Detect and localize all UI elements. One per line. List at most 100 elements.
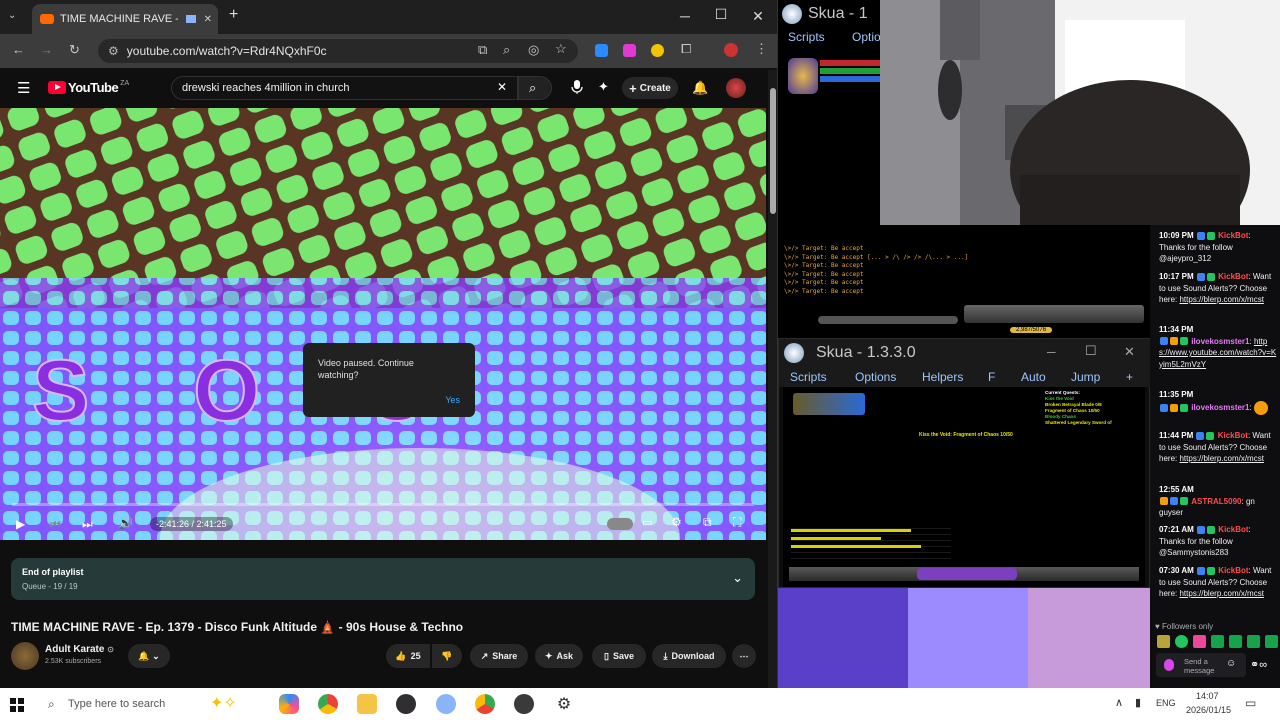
extension-yellow-icon[interactable]	[651, 44, 664, 57]
scrollbar-thumb[interactable]	[770, 88, 776, 214]
account-avatar[interactable]	[726, 78, 746, 98]
notification-center-icon[interactable]: ▭	[1245, 696, 1256, 710]
extensions-puzzle-icon[interactable]: ⧠	[681, 41, 691, 57]
file-explorer-icon[interactable]	[357, 694, 377, 714]
maximize-button[interactable]: ☐	[703, 6, 739, 23]
battery-icon[interactable]: ▮	[1135, 696, 1141, 709]
close-window-button[interactable]: ✕	[740, 8, 776, 25]
clock-time[interactable]: 14:07	[1196, 691, 1219, 701]
miniplayer-icon[interactable]: ⧉	[703, 515, 712, 530]
tab-favicon-icon	[40, 14, 54, 24]
notify-bell-button[interactable]: 🔔 ⌄	[128, 644, 170, 668]
skua-top-menu-scripts[interactable]: Scripts	[788, 30, 825, 44]
playlist-panel[interactable]: End of playlist Queue - 19 / 19 ⌄	[11, 558, 755, 600]
skua-menu-auto[interactable]: Auto	[1021, 370, 1046, 384]
skua-maximize-button[interactable]: ☐	[1085, 343, 1097, 359]
extension-pink-icon[interactable]	[623, 44, 636, 57]
chat-settings-icon[interactable]: ⚭∞	[1250, 658, 1267, 671]
notifications-bell-icon[interactable]: 🔔	[692, 80, 708, 96]
progress-bar[interactable]	[12, 503, 754, 506]
tab-search-button[interactable]: ⌄	[8, 10, 16, 21]
install-app-icon[interactable]: ⧉	[478, 42, 487, 58]
reload-icon[interactable]: ↻	[69, 42, 80, 58]
show-hidden-icons[interactable]: ∧	[1115, 696, 1123, 709]
youtube-search-input[interactable]: drewski reaches 4million in church	[171, 76, 518, 100]
minimize-button[interactable]: ─	[667, 8, 703, 24]
ask-button[interactable]: ✦ Ask	[535, 644, 583, 668]
forward-icon[interactable]: →	[40, 42, 53, 57]
youtube-logo[interactable]: YouTube ZA	[48, 80, 129, 95]
autoplay-toggle[interactable]	[607, 518, 633, 530]
channel-name[interactable]: Adult Karate ⊙	[45, 644, 114, 655]
bookmark-star-icon[interactable]: ☆	[555, 41, 567, 57]
tab-close-icon[interactable]: ✕	[204, 14, 212, 25]
chat-input[interactable]: Send a message ☺	[1156, 653, 1246, 677]
skua-top-menu-options[interactable]: Optio	[852, 30, 881, 44]
settings-gear-icon[interactable]: ⚙	[671, 515, 682, 529]
sparkle-icon: ✦✧	[210, 695, 237, 712]
clear-search-icon[interactable]: ✕	[497, 80, 507, 94]
clock-date[interactable]: 2026/01/15	[1186, 705, 1231, 715]
like-button[interactable]: 👍 25	[386, 644, 430, 668]
playlist-queue: Queue - 19 / 19	[22, 582, 78, 591]
skua-minimize-button[interactable]: ─	[1047, 345, 1056, 359]
site-info-icon[interactable]: ⚙	[108, 44, 119, 58]
skua-menu-jump[interactable]: Jump	[1071, 370, 1100, 384]
back-icon[interactable]: ←	[12, 42, 25, 57]
snipping-tool-icon[interactable]	[436, 694, 456, 714]
share-button[interactable]: ↗ Share	[470, 644, 528, 668]
video-player[interactable]: S O C	[0, 108, 766, 540]
save-button[interactable]: ▯ Save	[592, 644, 646, 668]
game-chat-input[interactable]	[818, 316, 958, 324]
game-action-bar[interactable]	[789, 567, 1139, 581]
chat-link[interactable]: https://blerp.com/x/mcst	[1179, 295, 1263, 304]
skua-menu-helpers[interactable]: Helpers	[922, 370, 963, 384]
fullscreen-icon[interactable]: ⛶	[733, 515, 741, 530]
obs-icon[interactable]	[396, 694, 416, 714]
app-icon[interactable]	[514, 694, 534, 714]
next-icon[interactable]: ⏭	[82, 517, 93, 532]
windows-start-icon[interactable]	[10, 698, 24, 712]
chrome-profile-icon[interactable]	[475, 694, 495, 714]
ai-sparkle-icon[interactable]: ✦	[598, 79, 609, 95]
game-viewport[interactable]: Current Quests: Kiss the Void Broken Bet…	[783, 387, 1145, 587]
volume-icon[interactable]: 🔊	[118, 516, 133, 530]
browser-menu-icon[interactable]: ⋮	[755, 41, 768, 57]
dialog-yes-button[interactable]: Yes	[445, 395, 460, 405]
dislike-button[interactable]: 👎	[432, 644, 462, 668]
play-icon[interactable]: ▶	[16, 517, 25, 531]
download-button[interactable]: ⤓ Download	[652, 644, 726, 668]
character-portrait	[788, 58, 818, 94]
skua-close-button[interactable]: ✕	[1124, 344, 1135, 360]
settings-gear-icon[interactable]: ⚙	[554, 694, 574, 714]
scrollbar[interactable]	[768, 70, 777, 688]
hamburger-menu-icon[interactable]: ☰	[17, 79, 30, 97]
chrome-icon[interactable]	[318, 694, 338, 714]
profile-avatar[interactable]	[724, 43, 738, 57]
tab-active[interactable]: TIME MACHINE RAVE - Ep. ✕	[32, 4, 218, 34]
zoom-icon[interactable]: ⌕	[503, 42, 510, 58]
skua-menu-options[interactable]: Options	[855, 370, 896, 384]
new-tab-button[interactable]: +	[229, 6, 238, 24]
subtitles-icon[interactable]: ▭	[642, 516, 652, 529]
search-button[interactable]: ⌕	[518, 76, 552, 100]
quest-center-text: Kiss the Void: Fragment of Chaos 10/50	[919, 432, 1013, 438]
chat-link[interactable]: https://blerp.com/x/mcst	[1179, 589, 1263, 598]
language-indicator[interactable]: ENG	[1156, 698, 1176, 708]
previous-icon[interactable]: ⏮	[50, 517, 61, 532]
extension-translate-icon[interactable]	[595, 44, 608, 57]
taskbar-search[interactable]: ⌕ Type here to search ✦✧	[38, 692, 264, 716]
eye-off-icon[interactable]: ◎	[528, 42, 539, 58]
skua-menu-scripts[interactable]: Scripts	[790, 370, 827, 384]
skua-menu-plus[interactable]: +	[1126, 370, 1133, 384]
game-action-bar[interactable]	[964, 305, 1144, 323]
more-actions-button[interactable]: ⋯	[732, 644, 756, 668]
skua-menu-f[interactable]: F	[988, 370, 995, 384]
chat-link[interactable]: https://blerp.com/x/mcst	[1179, 454, 1263, 463]
chevron-down-icon[interactable]: ⌄	[732, 570, 743, 586]
channel-avatar[interactable]	[11, 642, 39, 670]
create-button[interactable]: + Create	[622, 77, 678, 99]
voice-search-icon[interactable]	[571, 79, 583, 95]
emote-picker-row[interactable]	[1156, 635, 1279, 648]
copilot-icon[interactable]	[279, 694, 299, 714]
